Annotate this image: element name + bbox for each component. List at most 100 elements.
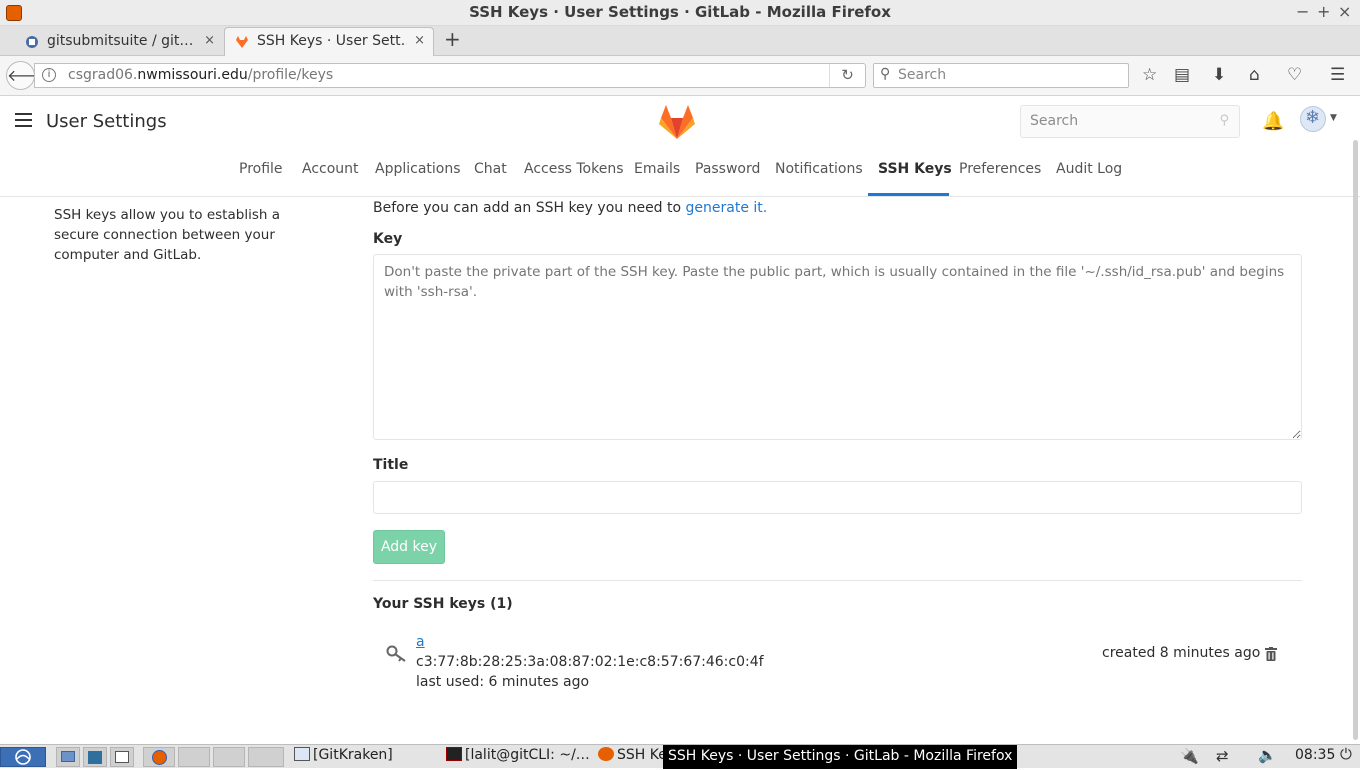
- minimize-button[interactable]: −: [1296, 2, 1309, 21]
- browser-tab-ssh-keys[interactable]: SSH Keys · User Sett… ×: [224, 27, 434, 56]
- desktop-taskbar: [GitKraken] [lalit@gitCLI: ~/… SSH Ke SS…: [0, 744, 1360, 769]
- ssh-key-name-link[interactable]: a: [416, 634, 425, 650]
- generate-key-intro: Before you can add an SSH key you need t…: [373, 200, 767, 216]
- sidebar-toggle-icon[interactable]: [15, 113, 32, 127]
- tab-close-icon[interactable]: ×: [414, 33, 425, 48]
- grid-app-icon: [88, 751, 102, 764]
- back-button[interactable]: 🡐: [6, 61, 50, 90]
- task-terminal[interactable]: [lalit@gitCLI: ~/…: [446, 747, 592, 767]
- task-label: [GitKraken]: [313, 747, 393, 763]
- search-icon: ⚲: [880, 66, 891, 82]
- maximize-button[interactable]: +: [1317, 2, 1330, 21]
- add-key-button[interactable]: Add key: [373, 530, 445, 564]
- folder-icon: [61, 751, 75, 762]
- downloads-icon[interactable]: ⬇: [1212, 65, 1226, 85]
- ssh-keys-description: SSH keys allow you to establish a secure…: [54, 207, 280, 263]
- app-launcher-3[interactable]: [110, 747, 134, 767]
- reading-list-icon[interactable]: ▤: [1174, 65, 1190, 85]
- notification-bell-icon[interactable]: 🔔: [1262, 111, 1284, 132]
- tab-account[interactable]: Account: [302, 161, 359, 177]
- gitlab-favicon-icon: [236, 36, 248, 48]
- pocket-icon[interactable]: ♡: [1287, 65, 1302, 85]
- search-placeholder: Search: [898, 67, 947, 83]
- browser-tab-gitsubmitsuite[interactable]: gitsubmitsuite / git… ×: [14, 27, 224, 56]
- workspace-1[interactable]: [178, 747, 210, 767]
- address-bar[interactable]: i csgrad06.nwmissouri.edu/profile/keys ↻: [34, 63, 866, 88]
- taskbar-tooltip: SSH Keys · User Settings · GitLab - Mozi…: [663, 745, 1018, 769]
- task-firefox[interactable]: SSH Ke: [598, 747, 666, 767]
- tab-profile[interactable]: Profile: [239, 161, 283, 177]
- browser-tab-strip: gitsubmitsuite / git… × SSH Keys · User …: [0, 26, 1360, 56]
- url-path: /profile/keys: [247, 67, 334, 83]
- gitlab-search-input[interactable]: Search ⚲: [1020, 105, 1240, 138]
- browser-search-field[interactable]: ⚲ Search: [873, 63, 1129, 88]
- title-input[interactable]: [373, 481, 1302, 514]
- tab-notifications[interactable]: Notifications: [775, 161, 863, 177]
- terminal-icon: [446, 747, 462, 761]
- tab-label: gitsubmitsuite / git…: [47, 33, 194, 49]
- tab-close-icon[interactable]: ×: [204, 33, 215, 48]
- ssh-key-created: created 8 minutes ago: [1102, 645, 1261, 661]
- tab-applications[interactable]: Applications: [375, 161, 461, 177]
- ssh-key-last-used: last used: 6 minutes ago: [416, 674, 590, 690]
- url-text: csgrad06.nwmissouri.edu/profile/keys: [68, 67, 333, 83]
- tab-label: SSH Keys · User Sett…: [257, 33, 407, 49]
- start-menu-button[interactable]: [0, 747, 46, 767]
- chevron-down-icon[interactable]: ▼: [1330, 113, 1337, 123]
- settings-subnav: Profile Account Applications Chat Access…: [0, 148, 1360, 197]
- browser-navbar: 🡐 i csgrad06.nwmissouri.edu/profile/keys…: [0, 56, 1360, 96]
- firefox-icon: [152, 750, 167, 765]
- workspace-2[interactable]: [213, 747, 245, 767]
- key-label: Key: [373, 231, 403, 247]
- tab-emails[interactable]: Emails: [634, 161, 680, 177]
- window-icon: [294, 747, 310, 761]
- window-titlebar: SSH Keys · User Settings · GitLab - Mozi…: [0, 0, 1360, 26]
- url-host: nwmissouri.edu: [137, 67, 248, 83]
- gitlab-logo-icon[interactable]: [658, 104, 696, 140]
- key-textarea[interactable]: [373, 254, 1302, 440]
- page-title: User Settings: [46, 111, 167, 132]
- bookmark-star-icon[interactable]: ☆: [1142, 65, 1157, 85]
- your-ssh-keys-heading: Your SSH keys (1): [373, 596, 513, 612]
- close-window-button[interactable]: ×: [1338, 2, 1351, 21]
- new-tab-button[interactable]: +: [444, 27, 461, 51]
- search-placeholder: Search: [1030, 113, 1079, 129]
- tab-chat[interactable]: Chat: [474, 161, 507, 177]
- page-scrollbar[interactable]: [1353, 140, 1358, 740]
- firefox-icon: [598, 747, 614, 761]
- url-prefix: csgrad06.: [68, 67, 138, 83]
- search-icon: ⚲: [1219, 113, 1229, 128]
- site-info-icon[interactable]: i: [42, 68, 56, 82]
- battery-power-icon[interactable]: 🔌: [1180, 747, 1199, 765]
- volume-icon[interactable]: 🔈: [1258, 746, 1277, 764]
- start-logo-icon: [15, 749, 31, 765]
- user-avatar[interactable]: [1300, 106, 1326, 132]
- network-icon[interactable]: ⇄: [1216, 747, 1229, 765]
- title-label: Title: [373, 457, 409, 473]
- ssh-key-fingerprint: c3:77:8b:28:25:3a:08:87:02:1e:c8:57:67:4…: [416, 654, 764, 670]
- task-gitkraken[interactable]: [GitKraken]: [294, 747, 440, 767]
- active-tab-underline: [868, 193, 949, 196]
- section-divider: [373, 580, 1302, 581]
- trash-icon[interactable]: [1265, 647, 1277, 661]
- tab-ssh-keys[interactable]: SSH Keys: [878, 161, 952, 177]
- tab-audit-log[interactable]: Audit Log: [1056, 161, 1122, 177]
- window-title: SSH Keys · User Settings · GitLab - Mozi…: [469, 3, 891, 21]
- power-icon[interactable]: ⏻: [1340, 745, 1352, 763]
- workspace-3[interactable]: [248, 747, 284, 767]
- firefox-launcher[interactable]: [143, 747, 175, 767]
- reload-icon[interactable]: ↻: [829, 64, 865, 87]
- generate-it-link[interactable]: generate it.: [686, 200, 768, 216]
- tab-preferences[interactable]: Preferences: [959, 161, 1041, 177]
- menu-icon[interactable]: ☰: [1330, 65, 1345, 85]
- tab-password[interactable]: Password: [695, 161, 760, 177]
- window-icon: [115, 751, 129, 763]
- clock[interactable]: 08:35: [1295, 747, 1335, 763]
- gitlab-project-icon: [26, 36, 38, 48]
- intro-text: Before you can add an SSH key you need t…: [373, 200, 686, 216]
- file-manager-launcher[interactable]: [56, 747, 80, 767]
- tab-access-tokens[interactable]: Access Tokens: [524, 161, 624, 177]
- task-label: [lalit@gitCLI: ~/…: [465, 747, 590, 763]
- app-launcher-2[interactable]: [83, 747, 107, 767]
- home-icon[interactable]: ⌂: [1249, 65, 1260, 85]
